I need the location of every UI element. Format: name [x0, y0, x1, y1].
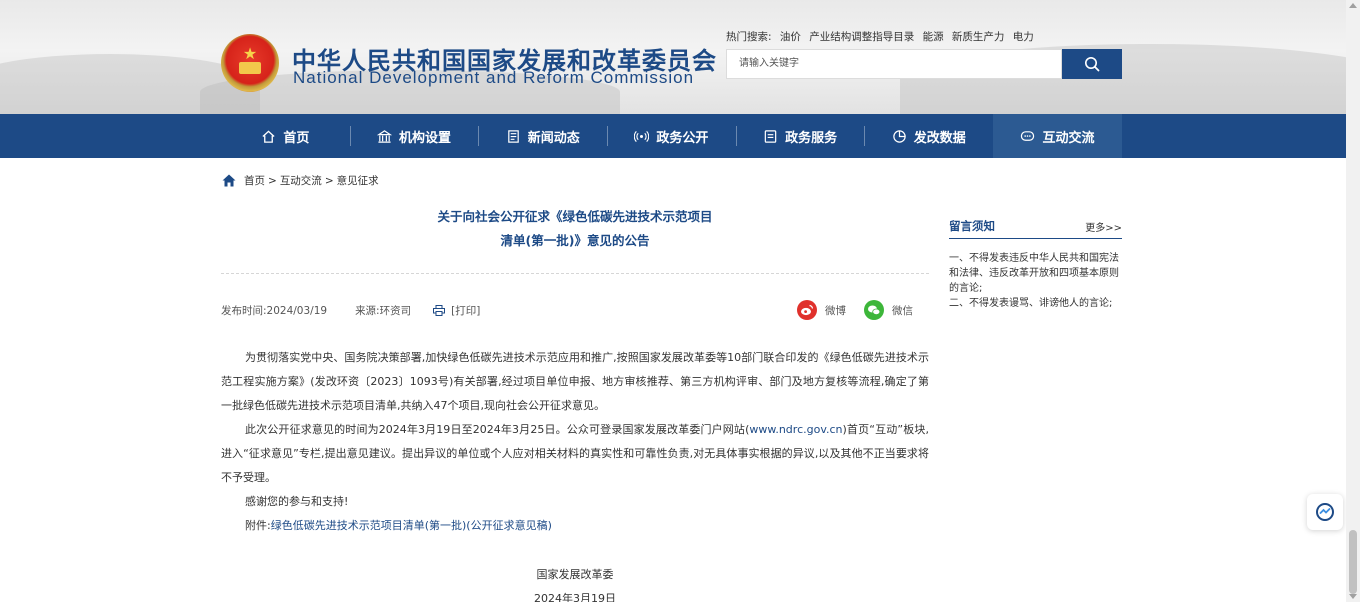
nav-item-institutions[interactable]: 机构设置 [349, 114, 479, 158]
nav-item-label: 发改数据 [913, 130, 966, 146]
sidebar-notice-item: 二、不得发表谩骂、诽谤他人的言论; [949, 298, 1113, 309]
home-icon [262, 129, 275, 143]
paragraph-text: 此次公开征求意见的时间为2024年3月19日至2024年3月25日。公众可登录国… [245, 423, 750, 436]
article-body: 为贯彻落实党中央、国务院决策部署,加快绿色低碳先进技术示范应用和推广,按照国家发… [221, 346, 929, 538]
nav-item-news[interactable]: 新闻动态 [478, 114, 607, 158]
article-paragraph: 感谢您的参与和支持! [245, 495, 349, 508]
weibo-icon [797, 300, 817, 320]
attachment-label: 附件: [245, 519, 271, 532]
chat-icon [1021, 130, 1035, 141]
sidebar-notice: 一、不得发表违反中华人民共和国宪法和法律、违反改革开放和四项基本原则的言论; 二… [949, 251, 1122, 311]
attachment-link[interactable]: 绿色低碳先进技术示范项目清单(第一批)(公开征求意见稿) [271, 519, 552, 532]
national-emblem-logo[interactable]: ★ [221, 34, 279, 92]
search-icon [1085, 57, 1100, 72]
nav-item-interaction[interactable]: 互动交流 [993, 114, 1122, 158]
nav-item-gov-affairs[interactable]: 政务公开 [607, 114, 736, 158]
site-header: ★ 中华人民共和国国家发展和改革委员会 National Development… [0, 0, 1346, 114]
article-title: 关于向社会公开征求《绿色低碳先进技术示范项目 清单(第一批)》意见的公告 [221, 205, 929, 253]
nav-item-services[interactable]: 政务服务 [735, 114, 865, 158]
breadcrumb-home[interactable]: 首页 [244, 173, 265, 188]
breadcrumb-current[interactable]: 意见征求 [337, 173, 379, 188]
nav-item-label: 互动交流 [1042, 130, 1095, 146]
divider [221, 273, 929, 274]
floating-assistant-button[interactable] [1307, 494, 1343, 530]
nav-item-label: 机构设置 [399, 130, 452, 146]
wechat-icon [864, 300, 884, 320]
sidebar-more-link[interactable]: 更多>> [1085, 219, 1122, 234]
hot-search-term[interactable]: 电力 [1013, 31, 1034, 43]
print-button[interactable]: [打印] [433, 303, 480, 318]
printer-icon [433, 305, 446, 316]
article-paragraph: 为贯彻落实党中央、国务院决策部署,加快绿色低碳先进技术示范应用和推广,按照国家发… [221, 351, 929, 412]
share-weibo-button[interactable]: 微博 [797, 300, 846, 320]
sign-date: 2024年3月19日 [534, 592, 616, 602]
news-icon [507, 129, 519, 143]
article-title-line: 关于向社会公开征求《绿色低碳先进技术示范项目 [437, 209, 713, 224]
article-title-line: 清单(第一批)》意见的公告 [500, 233, 650, 248]
sign-organization: 国家发展改革委 [536, 568, 614, 581]
scroll-up-arrow-icon[interactable] [1349, 3, 1357, 8]
home-icon[interactable] [222, 174, 236, 187]
gate-icon [239, 62, 261, 74]
hot-search-term[interactable]: 能源 [923, 31, 944, 43]
hot-search-bar: 热门搜索: 油价 产业结构调整指导目录 能源 新质生产力 电力 [726, 29, 1039, 44]
nav-item-label: 首页 [283, 130, 310, 146]
print-label: [打印] [451, 305, 481, 317]
nav-item-home[interactable]: 首页 [221, 114, 350, 158]
share-weixin-label: 微信 [892, 304, 913, 317]
breadcrumb-separator: > [324, 174, 334, 187]
hot-search-term[interactable]: 油价 [780, 31, 801, 43]
ndrc-website-link[interactable]: www.ndrc.gov.cn [749, 423, 842, 436]
hot-search-term[interactable]: 产业结构调整指导目录 [809, 31, 914, 43]
hot-search-label: 热门搜索: [726, 31, 772, 43]
article-source: 来源:环资司 [355, 305, 412, 317]
share-weixin-button[interactable]: 微信 [864, 300, 913, 320]
nav-item-label: 政务公开 [656, 130, 709, 146]
article-meta: 发布时间:2024/03/19 来源:环资司 [打印] [221, 303, 480, 318]
breadcrumb: 首页 > 互动交流 > 意见征求 [222, 173, 379, 188]
nav-item-data[interactable]: 发改数据 [864, 114, 993, 158]
site-title-en[interactable]: National Development and Reform Commissi… [293, 68, 694, 88]
breadcrumb-interaction[interactable]: 互动交流 [280, 173, 322, 188]
breadcrumb-separator: > [268, 174, 277, 187]
star-icon: ★ [242, 44, 258, 63]
search-input[interactable]: 请输入关键字 [726, 49, 1062, 79]
publish-date: 发布时间:2024/03/19 [221, 305, 328, 317]
building-icon [377, 129, 393, 143]
article-paragraph: 此次公开征求意见的时间为2024年3月19日至2024年3月25日。公众可登录国… [221, 418, 929, 490]
attachment-line: 附件:绿色低碳先进技术示范项目清单(第一批)(公开征求意见稿) [221, 514, 929, 538]
hot-search-term[interactable]: 新质生产力 [952, 31, 1005, 43]
share-weibo-label: 微博 [825, 304, 846, 317]
search-button[interactable] [1062, 49, 1122, 79]
page-scrollbar[interactable] [1346, 0, 1360, 602]
main-nav: 首页 机构设置 新闻动态 政务公开 政务服务 发改数据 互动交流 [0, 114, 1346, 158]
assistant-icon [1316, 503, 1334, 521]
nav-item-label: 政务服务 [785, 130, 838, 146]
sidebar-notice-item: 一、不得发表违反中华人民共和国宪法和法律、违反改革开放和四项基本原则的言论; [949, 253, 1119, 294]
sidebar-title: 留言须知 [949, 219, 995, 233]
broadcast-icon [634, 130, 650, 142]
scroll-down-arrow-icon[interactable] [1349, 594, 1357, 599]
nav-item-label: 新闻动态 [527, 130, 580, 146]
service-icon [764, 129, 777, 143]
scrollbar-thumb[interactable] [1349, 530, 1357, 594]
pie-chart-icon [893, 129, 906, 143]
sidebar-header: 留言须知 更多>> [949, 217, 1122, 239]
